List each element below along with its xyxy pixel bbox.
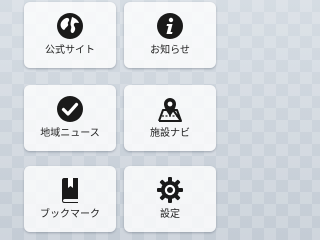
- notices-button[interactable]: お知らせ: [124, 2, 216, 68]
- bookmark-button[interactable]: ブックマーク: [24, 166, 116, 232]
- local-news-button[interactable]: 地域ニュース: [24, 85, 116, 151]
- gear-icon: [157, 177, 183, 203]
- globe-icon: [57, 13, 83, 39]
- facility-navi-button[interactable]: 施設ナビ: [124, 85, 216, 151]
- map-pin-icon: [158, 98, 182, 122]
- info-icon: [157, 13, 183, 39]
- settings-button[interactable]: 設定: [124, 166, 216, 232]
- bookmark-book-icon: [62, 178, 78, 203]
- official-site-button[interactable]: 公式サイト: [24, 2, 116, 68]
- facility-navi-label: 施設ナビ: [150, 128, 190, 139]
- bookmark-label: ブックマーク: [40, 209, 100, 220]
- check-circle-icon: [57, 96, 83, 122]
- menu-grid: 公式サイト お知らせ 地域ニュース 施設ナビ ブックマーク 設定: [0, 0, 240, 240]
- official-site-label: 公式サイト: [45, 45, 95, 56]
- notices-label: お知らせ: [150, 45, 190, 56]
- local-news-label: 地域ニュース: [40, 128, 100, 139]
- settings-label: 設定: [160, 209, 180, 220]
